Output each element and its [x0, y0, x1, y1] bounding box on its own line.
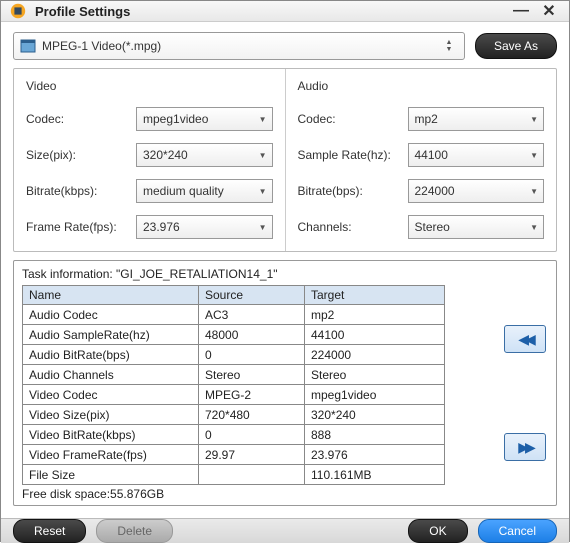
settings-panels: Video Codec: mpeg1video Size(pix): 320*240…: [13, 68, 557, 252]
film-icon: [20, 38, 36, 54]
table-cell: Video Size(pix): [23, 405, 199, 425]
reset-button[interactable]: Reset: [13, 519, 86, 543]
table-cell: Audio SampleRate(hz): [23, 325, 199, 345]
ok-button[interactable]: OK: [408, 519, 467, 543]
col-name[interactable]: Name: [23, 286, 199, 305]
table-cell: Video FrameRate(fps): [23, 445, 199, 465]
next-button[interactable]: ▶▶: [504, 433, 546, 461]
table-cell: 0: [199, 345, 305, 365]
audio-bitrate-value: 224000: [415, 184, 455, 198]
table-cell: Video Codec: [23, 385, 199, 405]
video-size-value: 320*240: [143, 148, 188, 162]
audio-codec-label: Codec:: [298, 112, 408, 126]
cancel-button[interactable]: Cancel: [478, 519, 557, 543]
col-target[interactable]: Target: [305, 286, 445, 305]
video-size-label: Size(pix):: [26, 148, 136, 162]
prev-button[interactable]: ◀◀: [504, 325, 546, 353]
table-cell: 44100: [305, 325, 445, 345]
table-cell: 224000: [305, 345, 445, 365]
app-icon: [9, 2, 27, 20]
col-source[interactable]: Source: [199, 286, 305, 305]
table-cell: AC3: [199, 305, 305, 325]
table-row: File Size 110.161MB: [23, 465, 445, 485]
video-codec-value: mpeg1video: [143, 112, 208, 126]
task-table: Name Source Target Audio CodecAC3mp2Audi…: [22, 285, 445, 485]
save-as-button[interactable]: Save As: [475, 33, 557, 59]
table-cell: mpeg1video: [305, 385, 445, 405]
table-cell: Audio Channels: [23, 365, 199, 385]
table-cell: Stereo: [199, 365, 305, 385]
video-bitrate-select[interactable]: medium quality: [136, 179, 273, 203]
close-button[interactable]: ✕: [537, 1, 561, 21]
video-heading: Video: [26, 79, 273, 93]
profile-dropdown[interactable]: MPEG-1 Video(*.mpg) ▲▼: [13, 32, 465, 60]
table-row: Video Size(pix)720*480320*240: [23, 405, 445, 425]
video-fps-value: 23.976: [143, 220, 180, 234]
table-row: Audio CodecAC3mp2: [23, 305, 445, 325]
audio-heading: Audio: [298, 79, 545, 93]
table-cell: [199, 465, 305, 485]
audio-channels-label: Channels:: [298, 220, 408, 234]
table-cell: 48000: [199, 325, 305, 345]
table-cell: File Size: [23, 465, 199, 485]
task-info-panel: Task information: "GI_JOE_RETALIATION14_…: [13, 260, 557, 506]
table-row: Audio ChannelsStereoStereo: [23, 365, 445, 385]
table-cell: Video BitRate(kbps): [23, 425, 199, 445]
content-area: MPEG-1 Video(*.mpg) ▲▼ Save As Video Cod…: [1, 22, 569, 518]
audio-codec-select[interactable]: mp2: [408, 107, 545, 131]
video-panel: Video Codec: mpeg1video Size(pix): 320*240…: [14, 69, 285, 251]
video-bitrate-value: medium quality: [143, 184, 224, 198]
video-fps-label: Frame Rate(fps):: [26, 220, 136, 234]
table-cell: 320*240: [305, 405, 445, 425]
forward-icon: ▶▶: [518, 439, 532, 456]
table-cell: MPEG-2: [199, 385, 305, 405]
window-title: Profile Settings: [35, 4, 505, 19]
table-cell: 0: [199, 425, 305, 445]
profile-spinner[interactable]: ▲▼: [440, 39, 458, 53]
table-cell: 110.161MB: [305, 465, 445, 485]
task-info-title: Task information: "GI_JOE_RETALIATION14_…: [22, 267, 548, 281]
audio-channels-value: Stereo: [415, 220, 450, 234]
profile-selected-label: MPEG-1 Video(*.mpg): [42, 39, 161, 53]
table-cell: 29.97: [199, 445, 305, 465]
table-cell: Audio BitRate(bps): [23, 345, 199, 365]
table-cell: Audio Codec: [23, 305, 199, 325]
video-fps-select[interactable]: 23.976: [136, 215, 273, 239]
table-cell: 720*480: [199, 405, 305, 425]
table-cell: mp2: [305, 305, 445, 325]
table-cell: 23.976: [305, 445, 445, 465]
video-size-select[interactable]: 320*240: [136, 143, 273, 167]
audio-channels-select[interactable]: Stereo: [408, 215, 545, 239]
table-cell: Stereo: [305, 365, 445, 385]
delete-button[interactable]: Delete: [96, 519, 173, 543]
video-bitrate-label: Bitrate(kbps):: [26, 184, 136, 198]
table-row: Audio SampleRate(hz)4800044100: [23, 325, 445, 345]
rewind-icon: ◀◀: [518, 331, 532, 348]
table-row: Video BitRate(kbps)0888: [23, 425, 445, 445]
audio-panel: Audio Codec: mp2 Sample Rate(hz): 44100 Bi…: [285, 69, 557, 251]
audio-bitrate-label: Bitrate(bps):: [298, 184, 408, 198]
table-row: Video CodecMPEG-2mpeg1video: [23, 385, 445, 405]
audio-sr-value: 44100: [415, 148, 448, 162]
table-cell: 888: [305, 425, 445, 445]
audio-sr-label: Sample Rate(hz):: [298, 148, 408, 162]
profile-row: MPEG-1 Video(*.mpg) ▲▼ Save As: [13, 32, 557, 60]
table-row: Video FrameRate(fps)29.9723.976: [23, 445, 445, 465]
titlebar: Profile Settings — ✕: [1, 1, 569, 22]
table-row: Audio BitRate(bps)0224000: [23, 345, 445, 365]
profile-settings-window: Profile Settings — ✕ MPEG-1 Video(*.mpg)…: [0, 0, 570, 542]
video-codec-select[interactable]: mpeg1video: [136, 107, 273, 131]
audio-codec-value: mp2: [415, 112, 438, 126]
free-disk-space: Free disk space:55.876GB: [22, 487, 445, 501]
audio-sr-select[interactable]: 44100: [408, 143, 545, 167]
task-nav: ◀◀ ▶▶: [445, 285, 548, 501]
video-codec-label: Codec:: [26, 112, 136, 126]
audio-bitrate-select[interactable]: 224000: [408, 179, 545, 203]
minimize-button[interactable]: —: [509, 1, 533, 21]
bottom-bar: Reset Delete OK Cancel: [1, 518, 569, 543]
